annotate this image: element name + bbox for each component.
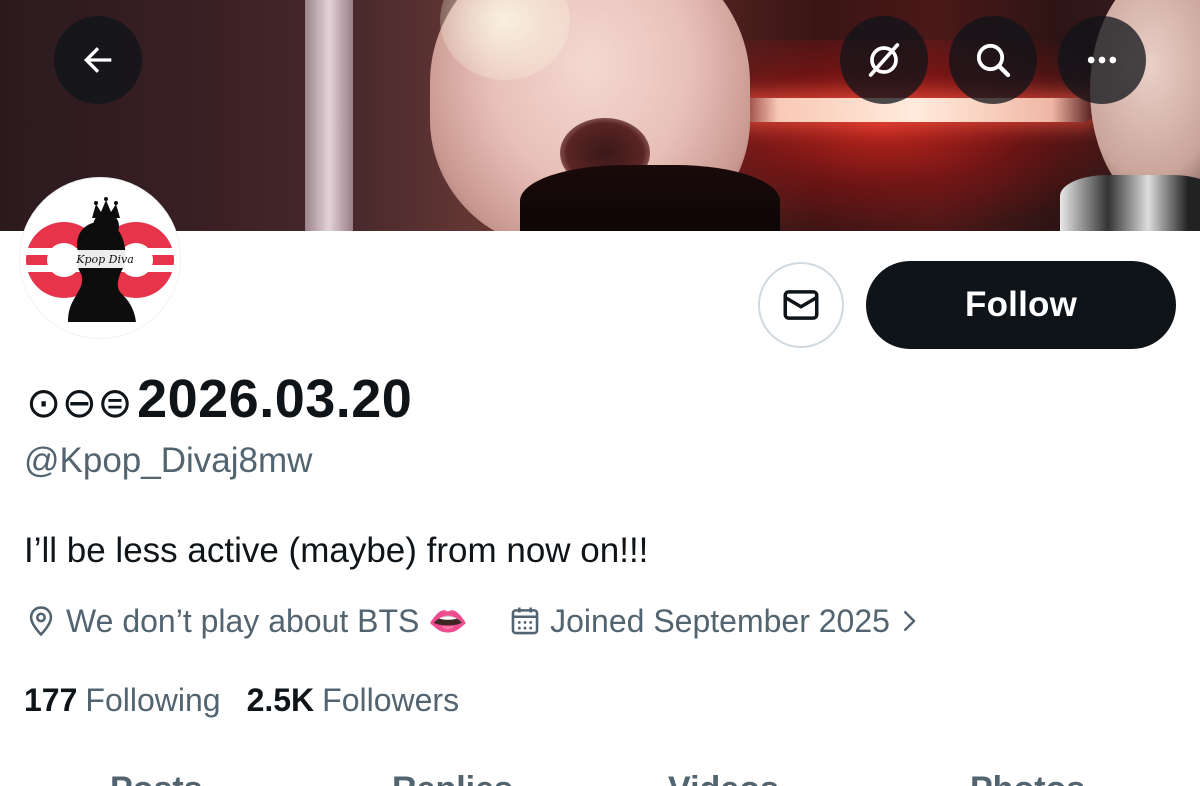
following-link[interactable]: 177 Following: [24, 682, 221, 719]
follow-button[interactable]: Follow: [866, 261, 1176, 349]
chevron-right-icon: [903, 611, 916, 631]
mail-icon: [783, 290, 819, 320]
grok-button[interactable]: [840, 16, 928, 104]
more-button[interactable]: [1058, 16, 1146, 104]
calendar-icon: [511, 607, 539, 635]
profile-avatar[interactable]: Kpop Diva: [20, 178, 180, 338]
arrow-left-icon: [83, 47, 112, 73]
display-name-text: 2026.03.20: [137, 369, 413, 429]
location-text: We don’t play about BTS 👄: [66, 603, 469, 639]
profile-stats: 177 Following 2.5K Followers: [24, 680, 459, 720]
profile-meta: We don’t play about BTS 👄 Joined Septemb…: [24, 600, 932, 642]
message-button[interactable]: [758, 262, 844, 348]
kpop-diva-logo: Kpop Diva: [24, 182, 176, 334]
tab-posts[interactable]: Posts: [110, 770, 203, 786]
tab-photos[interactable]: Photos: [970, 770, 1085, 786]
location-item: We don’t play about BTS 👄: [24, 602, 468, 640]
user-handle: @Kpop_Divaj8mw: [24, 441, 313, 480]
back-button[interactable]: [54, 16, 142, 104]
followers-count: 2.5K: [246, 681, 315, 718]
search-button[interactable]: [949, 16, 1037, 104]
profile-tabs: Posts Replies Videos Photos: [0, 770, 1200, 786]
location-pin-icon: [29, 606, 53, 637]
joined-text: Joined September 2025: [550, 602, 890, 639]
tab-replies[interactable]: Replies: [392, 770, 513, 786]
display-name-symbols: ⊙⊖⊜: [26, 378, 134, 427]
following-label: Following: [85, 681, 221, 718]
followers-link[interactable]: 2.5K Followers: [247, 682, 460, 719]
joined-item[interactable]: Joined September 2025: [508, 603, 932, 640]
following-count: 177: [24, 681, 78, 718]
grok-icon: [868, 43, 900, 77]
profile-bio: I’ll be less active (maybe) from now on!…: [24, 531, 649, 570]
display-name: ⊙⊖⊜2026.03.20: [26, 368, 412, 430]
more-horizontal-icon: [1087, 56, 1117, 64]
logo-text: Kpop Diva: [75, 253, 134, 266]
tab-videos[interactable]: Videos: [668, 770, 779, 786]
profile-page: Kpop Diva Follow ⊙⊖⊜2026.03.20 @Kpop_Div…: [0, 0, 1200, 786]
search-icon: [976, 43, 1011, 78]
followers-label: Followers: [322, 681, 460, 718]
